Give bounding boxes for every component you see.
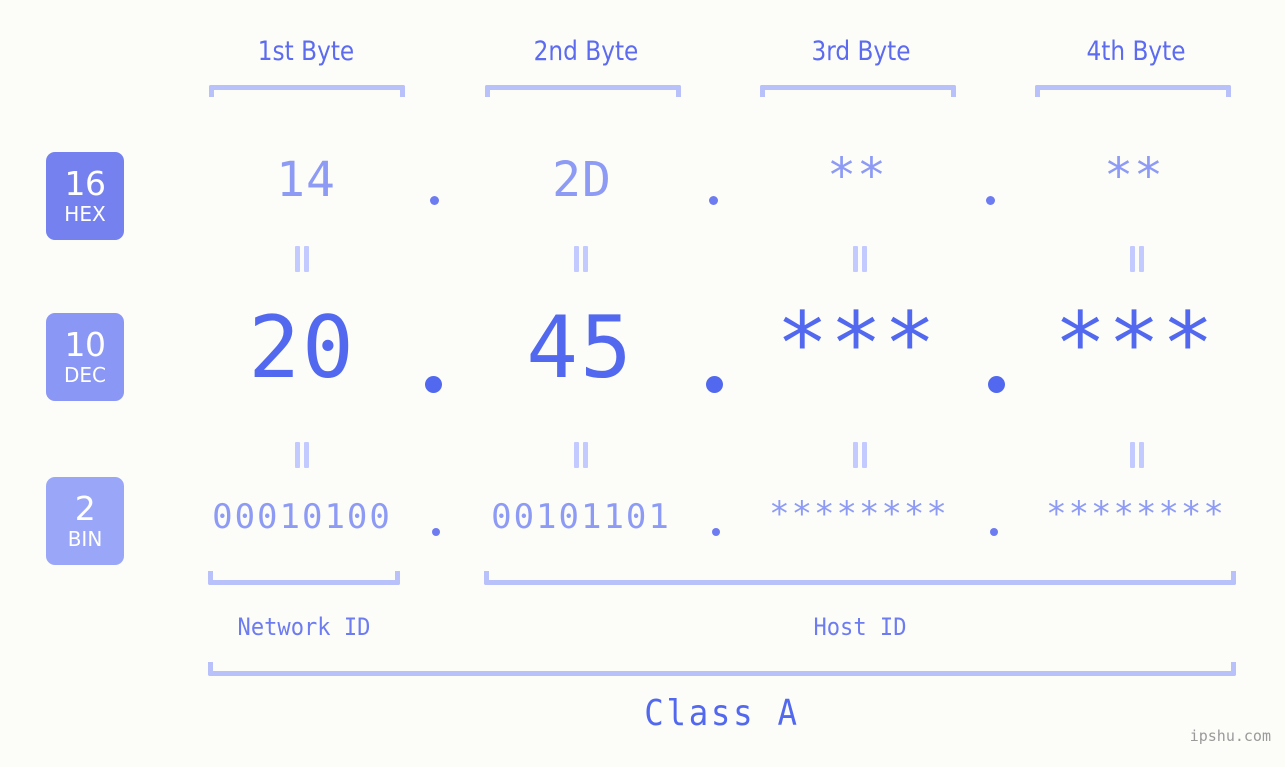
- bin-separator-2: [712, 528, 720, 536]
- dec-separator-1: [425, 376, 442, 393]
- dec-byte-2: 45: [526, 298, 634, 398]
- base-badge-hex[interactable]: 16 HEX: [46, 152, 124, 240]
- dec-byte-3: ***: [776, 294, 938, 394]
- equals-icon-dec-bin-1: [292, 442, 312, 468]
- bin-byte-3: ********: [769, 494, 949, 534]
- hex-byte-2: 2D: [552, 152, 612, 208]
- equals-icon-dec-bin-2: [571, 442, 591, 468]
- byte-header-4: 4th Byte: [1086, 36, 1186, 67]
- bin-byte-1: 00010100: [212, 497, 392, 537]
- watermark: ipshu.com: [1189, 727, 1271, 745]
- base-badge-dec-label: DEC: [63, 362, 106, 387]
- base-badge-bin-number: 2: [74, 488, 96, 528]
- base-badge-dec-number: 10: [64, 324, 107, 364]
- base-badge-hex-label: HEX: [64, 201, 106, 226]
- network-id-label: Network ID: [237, 613, 371, 641]
- equals-icon-hex-dec-3: [850, 246, 870, 272]
- hex-byte-3: **: [827, 148, 887, 204]
- host-id-label: Host ID: [813, 613, 907, 641]
- bin-byte-2: 00101101: [491, 497, 671, 537]
- base-badge-hex-number: 16: [64, 163, 107, 203]
- host-id-bracket: [484, 571, 1236, 585]
- bin-separator-1: [432, 528, 440, 536]
- network-id-bracket: [208, 571, 400, 585]
- byte-bracket-3: [760, 85, 956, 97]
- dec-separator-3: [988, 376, 1005, 393]
- dec-byte-4: ***: [1054, 294, 1216, 394]
- base-badge-bin-label: BIN: [67, 526, 103, 551]
- equals-icon-hex-dec-2: [571, 246, 591, 272]
- byte-header-1: 1st Byte: [257, 36, 355, 67]
- class-label: Class A: [644, 693, 800, 734]
- equals-icon-hex-dec-1: [292, 246, 312, 272]
- hex-separator-2: [709, 196, 718, 205]
- ip-address-breakdown-diagram: 1st Byte 2nd Byte 3rd Byte 4th Byte 16 H…: [0, 0, 1285, 767]
- byte-bracket-2: [485, 85, 681, 97]
- base-badge-dec[interactable]: 10 DEC: [46, 313, 124, 401]
- hex-byte-4: **: [1104, 148, 1164, 204]
- class-bracket: [208, 662, 1236, 676]
- dec-byte-1: 20: [248, 298, 356, 398]
- hex-separator-3: [986, 196, 995, 205]
- bin-separator-3: [990, 528, 998, 536]
- bin-byte-4: ********: [1046, 494, 1226, 534]
- dec-separator-2: [706, 376, 723, 393]
- byte-bracket-1: [209, 85, 405, 97]
- byte-header-3: 3rd Byte: [811, 36, 911, 67]
- byte-header-2: 2nd Byte: [533, 36, 639, 67]
- hex-separator-1: [430, 196, 439, 205]
- equals-icon-hex-dec-4: [1127, 246, 1147, 272]
- byte-bracket-4: [1035, 85, 1231, 97]
- base-badge-bin[interactable]: 2 BIN: [46, 477, 124, 565]
- hex-byte-1: 14: [276, 152, 336, 208]
- equals-icon-dec-bin-4: [1127, 442, 1147, 468]
- equals-icon-dec-bin-3: [850, 442, 870, 468]
